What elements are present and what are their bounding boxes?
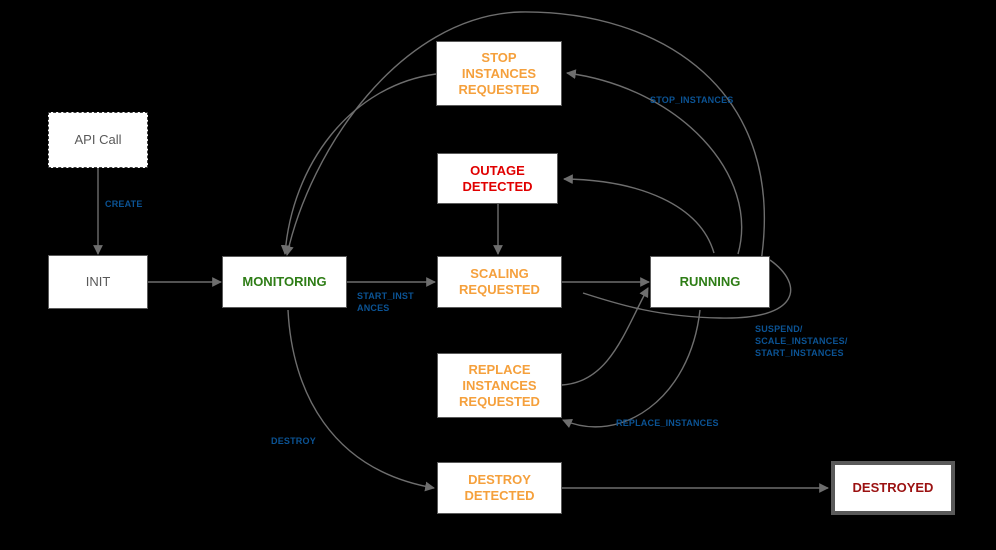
node-destroy-detected[interactable]: DESTROY DETECTED: [437, 462, 562, 514]
edge-replace-instances-to-running: [561, 287, 649, 386]
edge-label-start-instances: START_INST ANCES: [357, 291, 414, 313]
state-diagram-canvas: API Call INIT MONITORING STOP INSTANCES …: [0, 0, 996, 550]
node-destroyed[interactable]: DESTROYED: [831, 461, 955, 515]
node-stop-instances-requested[interactable]: STOP INSTANCES REQUESTED: [436, 41, 562, 106]
edge-label-destroy: DESTROY: [271, 436, 316, 446]
node-scaling-requested-label: SCALING REQUESTED: [459, 266, 540, 297]
node-replace-instances-requested-label: REPLACE INSTANCES REQUESTED: [459, 361, 540, 409]
node-api-call[interactable]: API Call: [48, 112, 148, 168]
node-init[interactable]: INIT: [48, 255, 148, 309]
node-outage-detected[interactable]: OUTAGE DETECTED: [437, 153, 558, 204]
node-stop-instances-requested-label: STOP INSTANCES REQUESTED: [458, 49, 540, 97]
node-monitoring-label: MONITORING: [242, 274, 327, 289]
node-api-call-label: API Call: [74, 132, 122, 147]
edge-label-create: CREATE: [105, 199, 143, 209]
edge-label-suspend-scale-start: SUSPEND/ SCALE_INSTANCES/ START_INSTANCE…: [755, 324, 848, 358]
node-monitoring[interactable]: MONITORING: [222, 256, 347, 308]
edge-monitoring-to-destroy-detected: [287, 309, 435, 492]
edge-label-replace-instances: REPLACE_INSTANCES: [616, 418, 719, 428]
edge-stop-instances-to-monitoring: [280, 73, 437, 255]
edge-running-to-outage: [563, 174, 715, 254]
edge-running-to-replace-instances: [562, 309, 701, 429]
node-replace-instances-requested[interactable]: REPLACE INSTANCES REQUESTED: [437, 353, 562, 418]
node-running-label: RUNNING: [679, 274, 741, 289]
node-init-label: INIT: [85, 274, 111, 289]
node-destroy-detected-label: DESTROY DETECTED: [464, 472, 535, 503]
node-scaling-requested[interactable]: SCALING REQUESTED: [437, 256, 562, 308]
edge-label-stop-instances: STOP_INSTANCES: [650, 95, 734, 105]
node-destroyed-label: DESTROYED: [852, 480, 934, 495]
node-outage-detected-label: OUTAGE DETECTED: [462, 162, 533, 194]
node-running[interactable]: RUNNING: [650, 256, 770, 308]
